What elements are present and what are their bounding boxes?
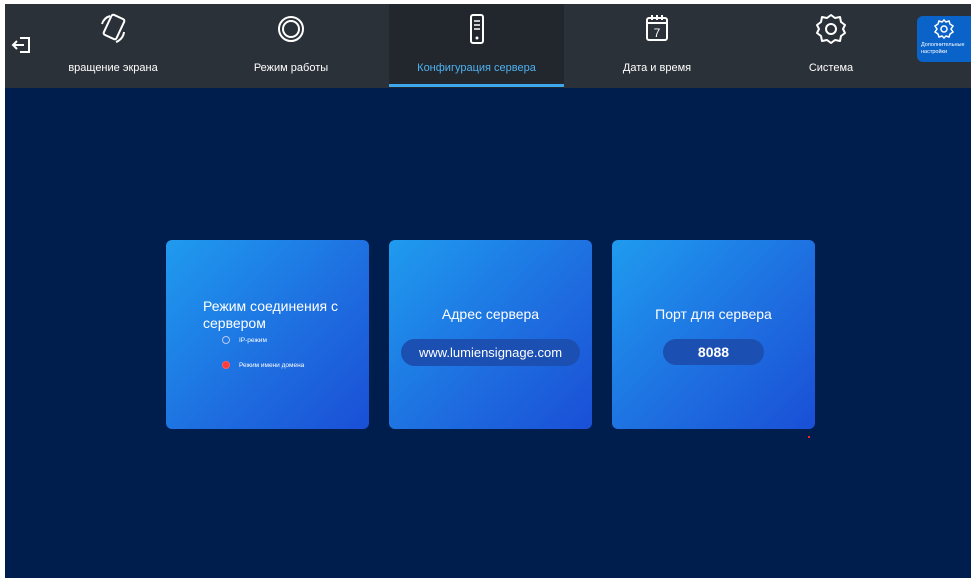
radio-button[interactable] bbox=[222, 336, 230, 344]
tab-label: Режим работы bbox=[253, 62, 329, 74]
advanced-settings-icon bbox=[933, 18, 955, 40]
tab-label: Конфигурация сервера bbox=[417, 62, 536, 74]
radio-ip-mode[interactable]: IP-режим bbox=[222, 336, 267, 344]
server-port-card: Порт для сервера 8088 bbox=[612, 240, 815, 429]
server-port-title: Порт для сервера bbox=[655, 306, 772, 322]
tab-label: Система bbox=[808, 62, 854, 74]
work-mode-icon bbox=[274, 12, 308, 46]
server-port-field[interactable]: 8088 bbox=[663, 339, 764, 365]
server-address-card: Адрес сервера www.lumiensignage.com bbox=[389, 240, 592, 429]
calendar-icon: 7 bbox=[640, 12, 674, 46]
radio-button[interactable] bbox=[222, 361, 230, 369]
connection-mode-card: Режим соединения с сервером IP-режим Реж… bbox=[166, 240, 369, 429]
active-tab-indicator bbox=[389, 84, 564, 87]
server-address-title: Адрес сервера bbox=[441, 306, 540, 322]
calendar-day: 7 bbox=[654, 26, 661, 40]
app-frame: вращение экрана Режим работы Конфигураци… bbox=[5, 4, 971, 578]
advanced-settings-label: Дополнительные настройки bbox=[921, 42, 965, 55]
connection-mode-title: Режим соединения с сервером bbox=[203, 298, 339, 331]
tab-date-time[interactable]: 7 Дата и время bbox=[571, 4, 743, 88]
screen-rotation-icon bbox=[96, 12, 130, 46]
tab-work-mode[interactable]: Режим работы bbox=[205, 4, 377, 88]
advanced-settings-button[interactable]: Дополнительные настройки bbox=[917, 16, 971, 62]
radio-domain-mode[interactable]: Режим имени домена bbox=[222, 361, 304, 369]
tab-system[interactable]: Система bbox=[745, 4, 917, 88]
server-address-field[interactable]: www.lumiensignage.com bbox=[401, 339, 580, 366]
tab-label: Дата и время bbox=[622, 62, 692, 74]
radio-label: Режим имени домена bbox=[239, 361, 305, 369]
top-navigation-bar: вращение экрана Режим работы Конфигураци… bbox=[5, 4, 971, 88]
red-marker-dot bbox=[808, 436, 810, 438]
tab-server-configuration[interactable]: Конфигурация сервера bbox=[389, 4, 564, 88]
tab-label: вращение экрана bbox=[68, 62, 158, 74]
radio-label: IP-режим bbox=[239, 336, 267, 344]
tab-screen-rotation[interactable]: вращение экрана bbox=[27, 4, 199, 88]
server-icon bbox=[460, 12, 494, 46]
system-gear-icon bbox=[814, 12, 848, 46]
